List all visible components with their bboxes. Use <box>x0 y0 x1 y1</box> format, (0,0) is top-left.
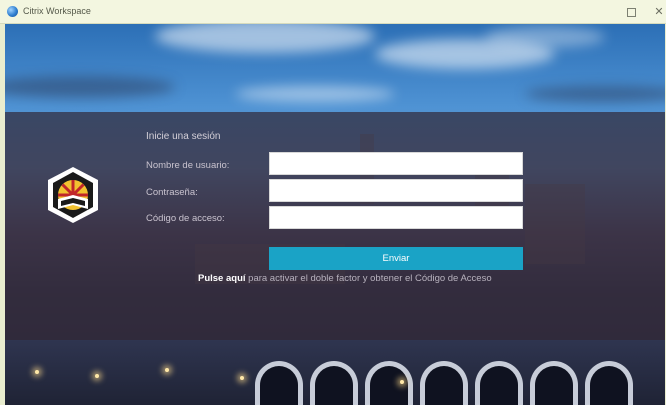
login-heading: Inicie una sesión <box>146 131 221 142</box>
bridge-arch <box>420 361 468 405</box>
bridge-arch <box>530 361 578 405</box>
citrix-app-icon <box>7 6 18 17</box>
street-lamp <box>35 370 39 374</box>
submit-button[interactable]: Enviar <box>269 247 523 270</box>
street-lamp <box>95 374 99 378</box>
close-icon: ✕ <box>654 6 664 18</box>
cloud-decoration <box>235 86 395 102</box>
street-lamp <box>240 376 244 380</box>
street-lamp <box>165 368 169 372</box>
two-factor-hint: Pulse aquí para activar el doble factor … <box>198 273 492 284</box>
cloud-decoration <box>485 26 605 48</box>
cloud-decoration <box>525 86 665 102</box>
bridge-arch <box>310 361 358 405</box>
close-button[interactable]: ✕ <box>650 4 666 20</box>
bridge-arch <box>475 361 523 405</box>
bridge-arch <box>365 361 413 405</box>
password-input[interactable] <box>269 179 523 202</box>
title-bar: Citrix Workspace ✕ <box>0 0 666 24</box>
maximize-button[interactable] <box>622 4 640 20</box>
cloud-decoration <box>5 76 175 98</box>
username-label: Nombre de usuario: <box>146 160 230 171</box>
two-factor-hint-text: para activar el doble factor y obtener e… <box>245 273 492 284</box>
citrix-window: Citrix Workspace ✕ Inicie una sesión Nom… <box>0 0 666 405</box>
bridge-arch <box>255 361 303 405</box>
maximize-icon <box>626 7 636 17</box>
bridge-scene <box>5 340 665 405</box>
cloud-decoration <box>155 24 375 53</box>
two-factor-link[interactable]: Pulse aquí <box>198 273 246 284</box>
window-title: Citrix Workspace <box>23 6 91 16</box>
access-code-label: Código de acceso: <box>146 213 225 224</box>
street-lamp <box>400 380 404 384</box>
bridge-arch <box>585 361 633 405</box>
university-crest-icon <box>48 167 98 223</box>
access-code-input[interactable] <box>269 206 523 229</box>
password-label: Contraseña: <box>146 187 198 198</box>
username-input[interactable] <box>269 152 523 175</box>
